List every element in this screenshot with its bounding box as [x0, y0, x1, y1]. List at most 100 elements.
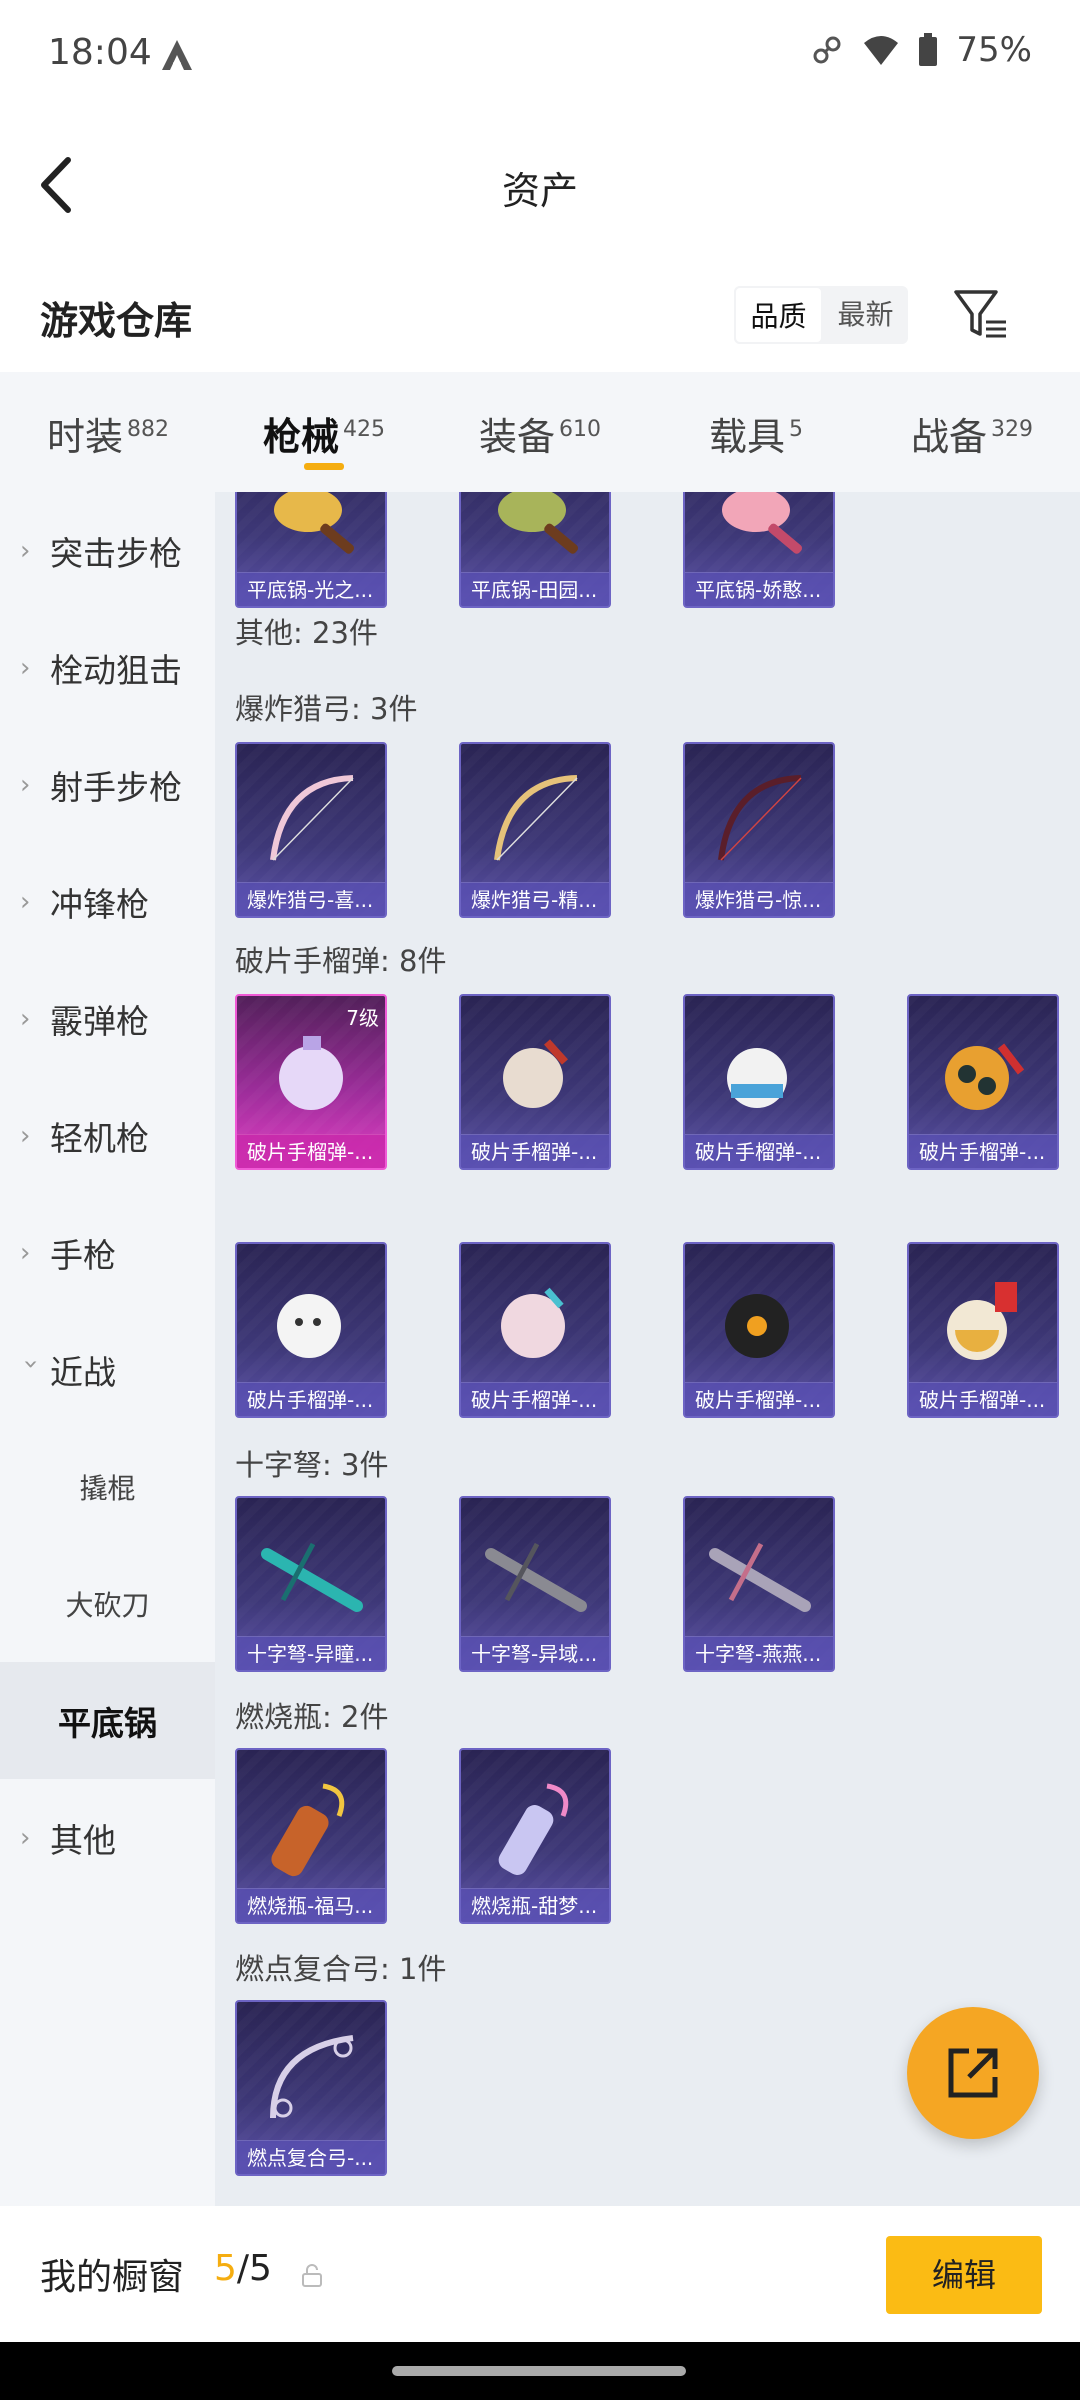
sidebar-item-label: 其他	[50, 1820, 116, 1860]
item-label: 平底锅-娇憨...	[685, 572, 833, 606]
sidebar-item-label: 手枪	[50, 1235, 116, 1275]
chevron-right-icon: ›	[20, 1822, 31, 1853]
item-label: 爆炸猎弓-精...	[461, 882, 609, 916]
chevron-right-icon: ›	[20, 1237, 31, 1268]
group-title: 爆炸猎弓: 3件	[235, 692, 418, 726]
group-title: 其他: 23件	[235, 616, 378, 650]
tab-label: 载具	[708, 415, 785, 459]
tab-count: 610	[559, 417, 601, 443]
molotov-icon	[271, 1783, 345, 1877]
sidebar-item-assault-rifle[interactable]: › 突击步枪	[0, 492, 215, 609]
grenade-icon	[727, 1048, 787, 1108]
chevron-right-icon: ›	[20, 886, 31, 917]
item-card[interactable]: 破片手榴弹-...	[683, 1242, 835, 1418]
grenade-icon	[277, 1294, 341, 1358]
crossbow-icon	[485, 1542, 587, 1612]
grenade-icon	[947, 1282, 1017, 1360]
sidebar-item-smg[interactable]: › 冲锋枪	[0, 843, 215, 960]
item-label: 爆炸猎弓-惊...	[685, 882, 833, 916]
sidebar-item-dmr[interactable]: › 射手步枪	[0, 726, 215, 843]
sidebar-item-machete[interactable]: 大砍刀	[0, 1545, 215, 1662]
item-card[interactable]: 破片手榴弹-...	[907, 994, 1059, 1170]
sidebar-item-label: 栓动狙击	[50, 650, 182, 690]
app-notification-icon	[162, 40, 192, 70]
item-label: 平底锅-田园...	[461, 572, 609, 606]
item-card[interactable]: 十字弩-燕燕...	[683, 1496, 835, 1672]
tab-count: 5	[789, 417, 803, 443]
item-card[interactable]: 十字弩-异瞳...	[235, 1496, 387, 1672]
sidebar-item-melee[interactable]: › 近战	[0, 1311, 215, 1428]
item-card[interactable]: 平底锅-田园...	[459, 492, 611, 608]
pan-icon	[498, 492, 579, 554]
grenade-icon	[279, 1036, 343, 1110]
tab-label: 战备	[910, 415, 987, 459]
battery-percent: 75%	[956, 30, 1032, 70]
item-card[interactable]: 十字弩-异域...	[459, 1496, 611, 1672]
item-card[interactable]: 燃烧瓶-甜梦...	[459, 1748, 611, 1924]
item-label: 燃烧瓶-甜梦...	[461, 1888, 609, 1922]
item-card[interactable]: 爆炸猎弓-惊...	[683, 742, 835, 918]
tab-label: 装备	[478, 415, 555, 459]
showcase-sep: /	[236, 2248, 250, 2289]
item-label: 破片手榴弹-...	[461, 1134, 609, 1168]
grenade-icon	[503, 1039, 568, 1108]
item-label: 平底锅-光之...	[237, 572, 385, 606]
pan-icon	[274, 492, 355, 554]
item-label: 破片手榴弹-...	[461, 1382, 609, 1416]
tab-count: 329	[991, 417, 1033, 443]
share-external-icon	[948, 2048, 998, 2098]
share-fab[interactable]	[907, 2007, 1039, 2139]
sidebar-item-pan[interactable]: 平底锅	[0, 1662, 215, 1779]
group-title: 燃烧瓶: 2件	[235, 1700, 389, 1734]
crossbow-icon	[261, 1542, 363, 1612]
grenade-icon	[725, 1294, 789, 1358]
item-label: 十字弩-燕燕...	[685, 1636, 833, 1670]
category-tabs: 时装 882 枪械 425 装备 610 载具 5 战备 329	[0, 372, 1080, 492]
sidebar-item-pistol[interactable]: › 手枪	[0, 1194, 215, 1311]
item-card[interactable]: 燃烧瓶-福马...	[235, 1748, 387, 1924]
sort-newest-button[interactable]: 最新	[823, 286, 908, 344]
sidebar-item-label: 霰弹枪	[50, 1001, 149, 1041]
item-card[interactable]: 爆炸猎弓-喜...	[235, 742, 387, 918]
item-card[interactable]: 7级 破片手榴弹-...	[235, 994, 387, 1170]
sidebar-item-other[interactable]: › 其他	[0, 1779, 215, 1896]
item-card[interactable]: 破片手榴弹-...	[683, 994, 835, 1170]
sidebar-item-label: 撬棍	[79, 1471, 136, 1505]
item-card[interactable]: 破片手榴弹-...	[235, 1242, 387, 1418]
item-label: 破片手榴弹-...	[685, 1382, 833, 1416]
item-card[interactable]: 破片手榴弹-...	[907, 1242, 1059, 1418]
filter-icon[interactable]	[950, 284, 1010, 344]
tab-equipment[interactable]: 装备 610	[432, 372, 648, 492]
compound-bow-icon	[270, 2035, 354, 2119]
chevron-right-icon: ›	[20, 1003, 31, 1034]
item-label: 十字弩-异域...	[461, 1636, 609, 1670]
item-card[interactable]: 平底锅-光之...	[235, 492, 387, 608]
tab-vehicles[interactable]: 载具 5	[648, 372, 864, 492]
item-card[interactable]: 平底锅-娇憨...	[683, 492, 835, 608]
tab-firearms[interactable]: 枪械 425	[216, 372, 432, 492]
tab-supplies[interactable]: 战备 329	[864, 372, 1080, 492]
sidebar-item-crowbar[interactable]: 撬棍	[0, 1428, 215, 1545]
tab-label: 枪械	[262, 415, 339, 459]
sort-quality-button[interactable]: 品质	[734, 286, 823, 344]
group-title: 破片手榴弹: 8件	[235, 944, 447, 978]
item-card[interactable]: 燃点复合弓-...	[235, 2000, 387, 2176]
wifi-icon	[864, 36, 899, 65]
edit-button[interactable]: 编辑	[886, 2236, 1042, 2314]
tab-fashion[interactable]: 时装 882	[0, 372, 216, 492]
bow-icon	[718, 775, 802, 861]
item-card[interactable]: 破片手榴弹-...	[459, 1242, 611, 1418]
chevron-right-icon: ›	[20, 769, 31, 800]
item-card[interactable]: 爆炸猎弓-精...	[459, 742, 611, 918]
home-gesture-pill[interactable]	[392, 2366, 686, 2376]
sidebar-item-bolt-sniper[interactable]: › 栓动狙击	[0, 609, 215, 726]
sidebar-item-lmg[interactable]: › 轻机枪	[0, 1077, 215, 1194]
bow-icon	[270, 775, 354, 861]
link-icon	[813, 36, 841, 64]
group-title: 十字弩: 3件	[235, 1448, 389, 1482]
showcase-total: 5	[249, 2248, 272, 2289]
item-card[interactable]: 破片手榴弹-...	[459, 994, 611, 1170]
sidebar-item-label: 近战	[50, 1352, 116, 1392]
sidebar-item-shotgun[interactable]: › 霰弹枪	[0, 960, 215, 1077]
showcase-current: 5	[214, 2248, 237, 2289]
